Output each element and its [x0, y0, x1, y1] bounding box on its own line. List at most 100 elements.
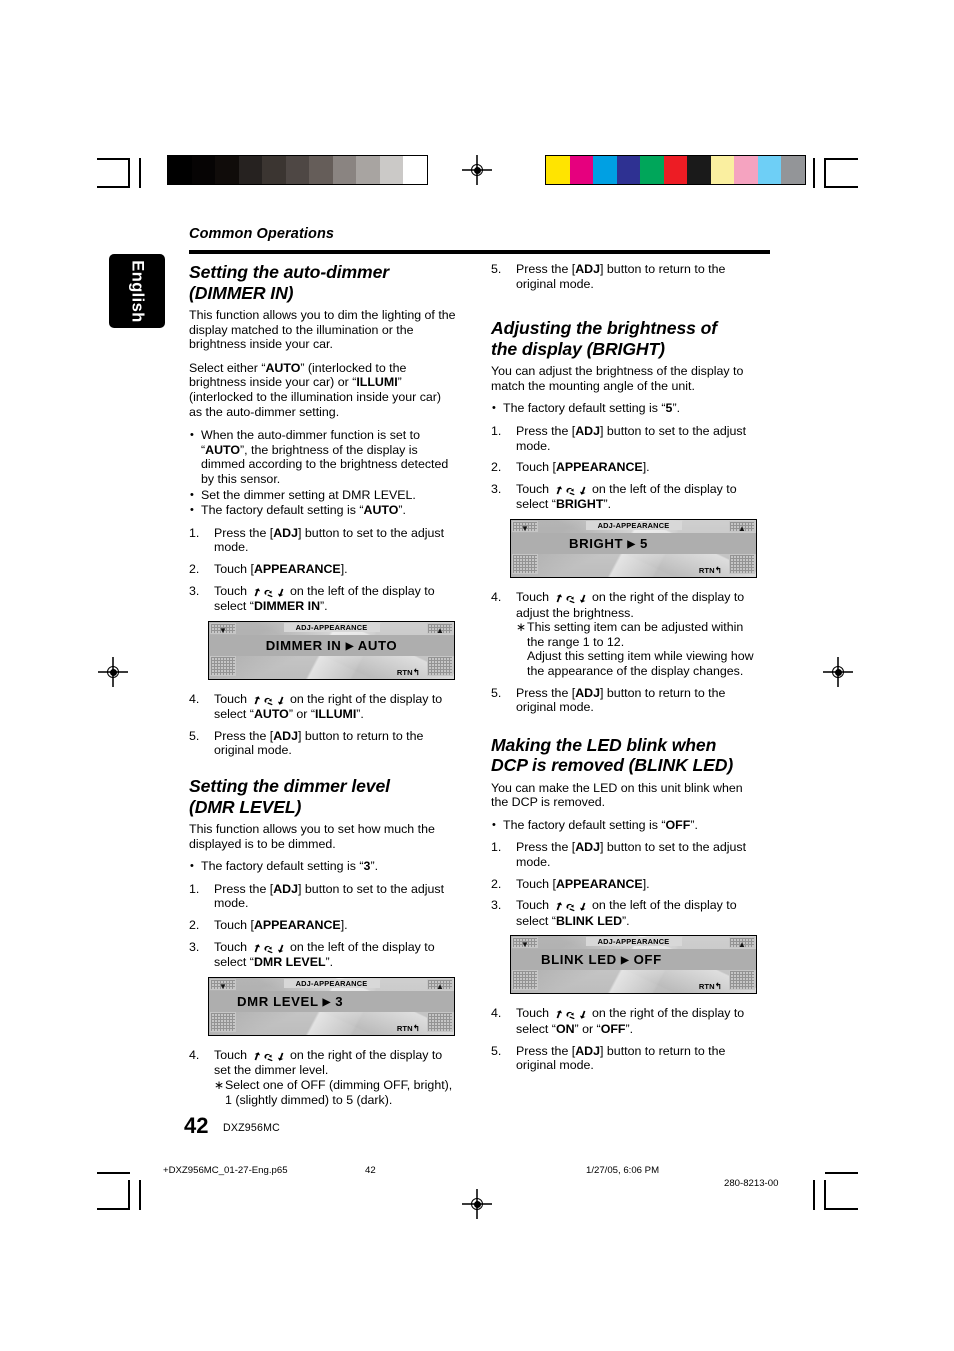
calibration-swatch	[356, 156, 380, 184]
step-item: 3. Touch on the left of the display to se…	[491, 481, 737, 512]
rotate-hand-icon	[263, 589, 273, 597]
section1-paragraph-2: Select either “AUTO” (interlocked to the…	[189, 360, 442, 419]
lcd-arrow-icon: ▶	[345, 640, 354, 652]
step-item: 1. Press the [ADJ] button to set to the a…	[189, 881, 445, 911]
section4-paragraph-1: You can make the LED on this unit blink …	[491, 780, 743, 810]
step-number: 3.	[491, 898, 502, 913]
step-number: 5.	[189, 728, 200, 743]
right-column: 5. Press the [ADJ] button to return to th…	[491, 262, 759, 1080]
lcd-key-top-left[interactable]: ▼	[512, 937, 538, 949]
lcd-return-label[interactable]: RTN↰	[397, 667, 420, 678]
footer-file-name: +DXZ956MC_01-27-Eng.p65	[163, 1165, 288, 1176]
up-arrow-icon	[556, 902, 562, 911]
down-arrow-icon	[277, 1052, 283, 1061]
step-number: 5.	[491, 1043, 502, 1058]
section4-heading-line2: DCP is removed (BLINK LED)	[491, 755, 734, 776]
lcd-key-top-right[interactable]: ▲	[729, 937, 755, 949]
footer-doc-code: 280-8213-00	[724, 1178, 779, 1189]
calibration-swatch	[757, 156, 781, 184]
lcd-key-bottom-left[interactable]	[210, 1011, 236, 1032]
step-number: 4.	[491, 1006, 502, 1021]
lcd-key-bottom-right[interactable]	[729, 970, 755, 991]
lcd-return-label[interactable]: RTN↰	[699, 565, 722, 576]
section4-bullet-list: The factory default setting is “OFF”.	[491, 818, 759, 833]
return-hook-icon: ↰	[412, 666, 420, 677]
touch-control-glyphs	[251, 941, 287, 956]
section1-bullet-list: When the auto-dimmer function is set to …	[189, 428, 457, 518]
return-hook-icon: ↰	[714, 564, 722, 575]
lcd-value: 5	[639, 535, 648, 551]
lcd-key-bottom-right[interactable]	[729, 553, 755, 574]
touch-control-glyphs	[553, 591, 589, 606]
step-number: 3.	[189, 583, 200, 598]
crop-mark-top-right-h	[825, 158, 858, 160]
section2-heading: Setting the dimmer level (DMR LEVEL)	[189, 776, 457, 817]
emphasis: ILLUMI	[356, 375, 398, 390]
calibration-swatch	[663, 156, 687, 184]
lcd-key-top-right[interactable]: ▲	[427, 978, 453, 991]
down-arrow-icon	[579, 486, 585, 495]
calibration-swatch	[616, 156, 640, 184]
lcd-key-bottom-right[interactable]	[427, 1011, 453, 1032]
lcd-key-bottom-left[interactable]	[512, 970, 538, 991]
section4-heading-line1: Making the LED blink when	[491, 734, 717, 755]
lcd-item-label: BLINK LED	[541, 952, 617, 968]
lcd-key-top-right[interactable]: ▲	[729, 520, 755, 533]
lcd-return-label[interactable]: RTN↰	[397, 1023, 420, 1034]
step-item: 5. Press the [ADJ] button to return to th…	[491, 685, 726, 715]
lcd-key-top-left[interactable]: ▼	[210, 978, 236, 991]
lcd-key-top-left[interactable]: ▼	[210, 622, 236, 635]
lcd-key-bottom-left[interactable]	[210, 655, 236, 676]
calibration-swatch	[569, 156, 593, 184]
step-item: 2. Touch [APPEARANCE].	[189, 918, 348, 933]
rotate-hand-icon	[565, 1012, 575, 1020]
section4-steps-b: 4. Touch on the right of the display to s…	[491, 1006, 759, 1072]
step-item: 5. Press the [ADJ] button to return to th…	[491, 262, 726, 291]
lcd-title: ADJ-APPEARANCE	[295, 622, 368, 632]
bullet-item: When the auto-dimmer function is set to …	[189, 428, 457, 486]
lcd-arrow-icon: ▶	[322, 996, 331, 1008]
step-number: 5.	[491, 685, 502, 700]
emphasis: APPEARANCE	[555, 876, 643, 891]
language-tab-label: English	[128, 259, 147, 323]
step-item: 4. Touch on the right of the display to s…	[189, 691, 443, 722]
lcd-arrow-icon: ▶	[627, 538, 636, 550]
calibration-swatch	[238, 156, 262, 184]
step-item: 5. Press the [ADJ] button to return to th…	[189, 728, 424, 758]
emphasis: APPEARANCE	[253, 918, 341, 933]
section1-steps-b: 4. Touch on the right of the display to s…	[189, 692, 457, 758]
emphasis: ADJ	[575, 685, 601, 700]
rotate-hand-icon	[263, 945, 273, 953]
lcd-main-band: BLINK LED ▶ OFF	[511, 949, 756, 971]
lcd-key-top-left[interactable]: ▼	[512, 520, 538, 533]
lcd-title: ADJ-APPEARANCE	[597, 520, 670, 530]
emphasis: OFF	[665, 817, 691, 832]
calibration-swatch	[379, 156, 403, 184]
emphasis: BRIGHT	[555, 497, 604, 512]
step-item: 4. Touch on the right of the display to a…	[491, 590, 759, 679]
crop-mark-bottom-left-h	[97, 1172, 130, 1174]
up-arrow-icon	[254, 1052, 260, 1061]
manual-page: Common Operations English Setting the au…	[0, 0, 954, 1351]
calibration-swatch	[710, 156, 734, 184]
lcd-key-bottom-left[interactable]	[512, 553, 538, 574]
step-item: 1. Press the [ADJ] button to set to the a…	[491, 840, 747, 870]
step-item: 3. Touch on the left of the display to se…	[189, 583, 435, 614]
lcd-item-label: DIMMER IN	[265, 637, 342, 653]
step-item: 3. Touch on the left of the display to se…	[189, 939, 435, 970]
lcd-return-label[interactable]: RTN↰	[699, 981, 722, 992]
touch-control-glyphs	[553, 483, 589, 498]
lcd-key-bottom-right[interactable]	[427, 655, 453, 676]
step-item: 1. Press the [ADJ] button to set to the a…	[491, 423, 747, 453]
touch-control-glyphs	[251, 693, 287, 708]
section3-steps-a: 1. Press the [ADJ] button to set to the a…	[491, 424, 759, 512]
emphasis: DIMMER IN	[253, 599, 321, 614]
section3-bullet-list: The factory default setting is “5”.	[491, 401, 759, 416]
color-calibration-strip	[545, 155, 806, 185]
lcd-key-top-right[interactable]: ▲	[427, 622, 453, 635]
rotate-hand-icon	[263, 1053, 273, 1062]
crop-mark-bottom-right-h	[825, 1172, 858, 1174]
section3-paragraph-1: You can adjust the brightness of the dis…	[491, 364, 744, 393]
step-item: 4. Touch on the right of the display to s…	[491, 1006, 745, 1037]
lcd-arrow-icon: ▶	[621, 955, 630, 967]
